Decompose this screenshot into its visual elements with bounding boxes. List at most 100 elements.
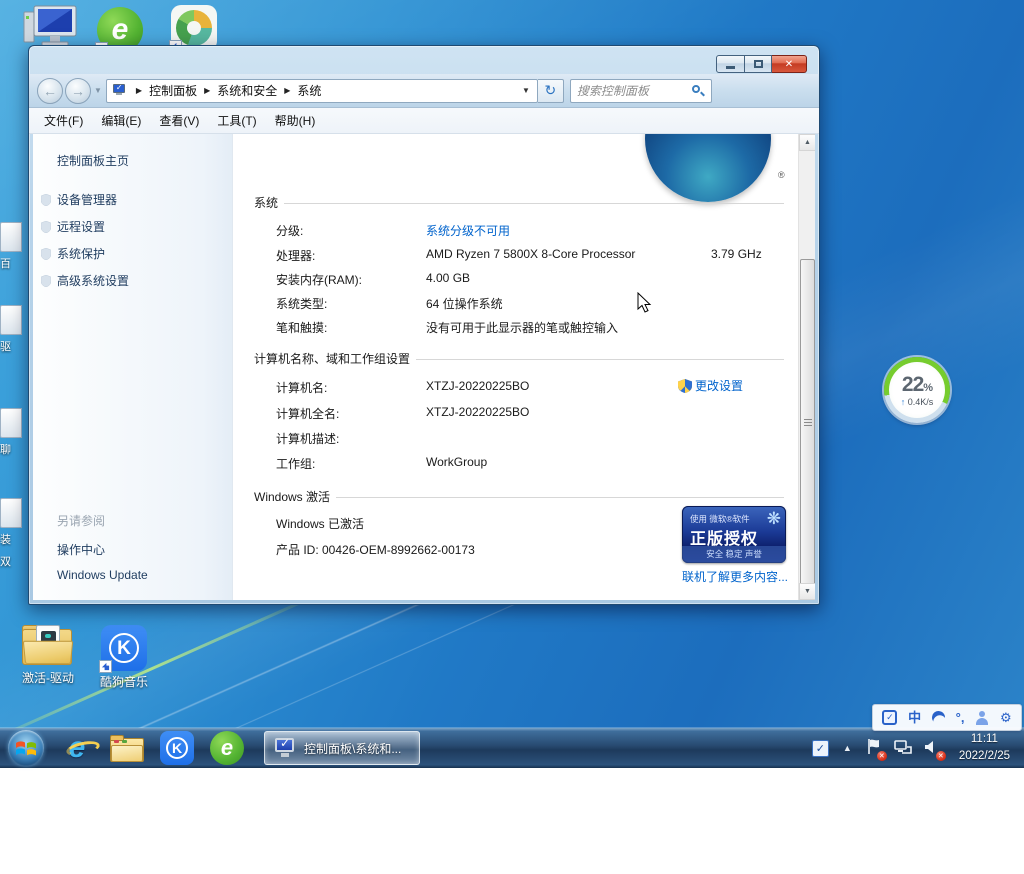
uac-shield-icon: [678, 379, 692, 393]
desktop-icon-partial[interactable]: 百: [0, 222, 24, 271]
mouse-cursor: [637, 292, 653, 317]
navigation-bar: ← → ▼ ✓ ▶ 控制面板 ▶ 系统和安全 ▶ 系统 ▼ ↻ 搜索控制面板: [29, 74, 819, 108]
product-id: 产品 ID: 00426-OEM-8992662-00173: [276, 541, 475, 558]
scrollbar-thumb[interactable]: [800, 259, 815, 585]
processor-label: 处理器:: [276, 247, 315, 264]
show-hidden-icons[interactable]: ▲: [843, 743, 852, 753]
desktop-icon-computer[interactable]: [22, 4, 80, 50]
desktop-icon-driver-folder[interactable]: 激活-驱动: [12, 625, 84, 686]
sidebar-item-system-protection[interactable]: 系统保护: [33, 241, 232, 266]
shield-icon: [41, 275, 51, 287]
breadcrumb-item-system-security[interactable]: 系统和安全: [217, 82, 277, 99]
sidebar-item-windows-update[interactable]: Windows Update: [33, 564, 232, 586]
minimize-button[interactable]: [716, 55, 745, 73]
back-button[interactable]: ←: [37, 78, 63, 104]
ime-settings-gear-icon[interactable]: ⚙: [1000, 711, 1012, 724]
genuine-badge-line1: 使用 微软®软件: [690, 513, 750, 525]
scroll-up-icon[interactable]: ▲: [799, 134, 815, 151]
sidebar-item-device-manager[interactable]: 设备管理器: [33, 187, 232, 212]
menu-edit[interactable]: 编辑(E): [92, 109, 150, 132]
tray-360-icon[interactable]: ✓: [812, 740, 829, 757]
menu-file[interactable]: 文件(F): [35, 109, 92, 132]
computer-fullname-label: 计算机全名:: [276, 405, 339, 422]
refresh-icon: ↻: [545, 82, 557, 99]
search-input[interactable]: 搜索控制面板: [577, 82, 691, 99]
menu-view[interactable]: 查看(V): [150, 109, 208, 132]
taskbar: e K e ✓ 控制面板\系统和... ✓ ▲ ✕ ✕: [0, 728, 1024, 768]
forward-button[interactable]: →: [65, 78, 91, 104]
ime-user-icon[interactable]: [975, 711, 989, 725]
section-header-computer-name: 计算机名称、域和工作组设置: [254, 350, 784, 367]
speed-widget[interactable]: 22% ↑ 0.4K/s: [884, 357, 950, 423]
learn-more-online-link[interactable]: 联机了解更多内容...: [682, 568, 788, 585]
taskbar-clock[interactable]: 11:11 2022/2/25: [953, 731, 1016, 764]
vertical-scrollbar[interactable]: ▲ ▼: [798, 134, 815, 600]
ime-punctuation-toggle[interactable]: °,: [956, 711, 965, 724]
system-type-value: 64 位操作系统: [426, 295, 503, 312]
computer-description-label: 计算机描述:: [276, 430, 339, 447]
desktop-icon-partial[interactable]: 驱: [0, 305, 24, 354]
system-page-icon: ✓: [111, 84, 127, 98]
rating-link[interactable]: 系统分级不可用: [426, 222, 510, 239]
network-icon[interactable]: [894, 739, 912, 758]
scroll-down-icon[interactable]: ▼: [799, 583, 815, 600]
sidebar-item-control-panel-home[interactable]: 控制面板主页: [33, 150, 232, 171]
pen-touch-value: 没有可用于此显示器的笔或触控输入: [426, 319, 618, 336]
upload-speed: ↑ 0.4K/s: [901, 397, 934, 407]
maximize-button[interactable]: [745, 55, 772, 73]
taskbar-icon-explorer[interactable]: [108, 729, 146, 767]
menu-tools[interactable]: 工具(T): [208, 109, 265, 132]
error-badge-icon: ✕: [877, 751, 887, 761]
search-box[interactable]: 搜索控制面板: [570, 79, 712, 103]
up-arrow-icon: ↑: [901, 397, 906, 407]
section-header-activation: Windows 激活: [254, 488, 784, 505]
360-browser-icon: e: [210, 731, 244, 765]
taskbar-icon-kugou[interactable]: K: [158, 729, 196, 767]
maximize-icon: [754, 60, 763, 68]
sidebar-item-advanced-system-settings[interactable]: 高级系统设置: [33, 268, 232, 293]
ime-toolbar[interactable]: ✓ 中 °, ⚙: [872, 704, 1022, 731]
taskbar-icon-internet-explorer[interactable]: e: [58, 729, 96, 767]
breadcrumb-arrow-icon: ▶: [204, 86, 210, 95]
breadcrumb-item-system[interactable]: 系统: [297, 82, 321, 99]
ime-fullwidth-moon-icon[interactable]: [931, 710, 946, 725]
sidebar-item-action-center[interactable]: 操作中心: [33, 537, 232, 562]
memory-label: 安装内存(RAM):: [276, 271, 362, 288]
desktop-icon-kugou[interactable]: K 酷狗音乐: [88, 625, 160, 690]
minimize-icon: [726, 66, 735, 69]
action-center-flag-icon[interactable]: ✕: [866, 738, 882, 758]
clock-time: 11:11: [959, 731, 1010, 748]
search-icon[interactable]: [691, 84, 705, 98]
internet-explorer-icon: e: [69, 733, 86, 763]
computer-fullname-value: XTZJ-20220225BO: [426, 405, 529, 419]
menu-help[interactable]: 帮助(H): [266, 109, 325, 132]
sidebar-see-also-header: 另请参阅: [33, 508, 232, 533]
sidebar: 控制面板主页 设备管理器 远程设置 系统保护 高级系统设置 另请参阅 操作中心 …: [33, 134, 233, 600]
breadcrumb[interactable]: ✓ ▶ 控制面板 ▶ 系统和安全 ▶ 系统 ▼: [106, 79, 538, 103]
taskbar-icon-360-browser[interactable]: e: [208, 729, 246, 767]
genuine-badge[interactable]: 使用 微软®软件 ❋ 正版授权 安全 稳定 声誉: [682, 506, 786, 563]
title-bar[interactable]: ✕: [29, 46, 819, 74]
desktop-icon-partial[interactable]: 聊: [0, 408, 24, 457]
breadcrumb-item-control-panel[interactable]: 控制面板: [149, 82, 197, 99]
desktop-icon-partial[interactable]: 装 双: [0, 498, 24, 569]
system-type-label: 系统类型:: [276, 295, 327, 312]
refresh-button[interactable]: ↻: [538, 79, 564, 103]
start-button[interactable]: [8, 730, 44, 766]
system-tray: ✓ ▲ ✕ ✕ 11:11 2022/2/25: [812, 728, 1024, 768]
genuine-badge-line3: 安全 稳定 声誉: [682, 546, 786, 563]
change-settings-link[interactable]: 更改设置: [678, 377, 743, 394]
folder-icon: [110, 735, 144, 762]
taskbar-active-window-button[interactable]: ✓ 控制面板\系统和...: [264, 731, 420, 765]
system-content: ® 系统 分级: 系统分级不可用 处理器: AMD Ryzen 7 5800X …: [233, 134, 798, 600]
windows-logo-orb: [645, 134, 771, 202]
ime-chinese-mode[interactable]: 中: [908, 711, 921, 724]
sidebar-item-remote-settings[interactable]: 远程设置: [33, 214, 232, 239]
windows-flag-icon: [15, 737, 37, 759]
speed-widget-face: 22% ↑ 0.4K/s: [889, 362, 945, 418]
breadcrumb-dropdown-icon[interactable]: ▼: [519, 86, 533, 95]
recent-pages-dropdown[interactable]: ▼: [94, 86, 102, 95]
volume-muted-icon[interactable]: ✕: [924, 739, 941, 758]
ime-status-icon[interactable]: ✓: [882, 710, 897, 725]
close-button[interactable]: ✕: [772, 55, 807, 73]
